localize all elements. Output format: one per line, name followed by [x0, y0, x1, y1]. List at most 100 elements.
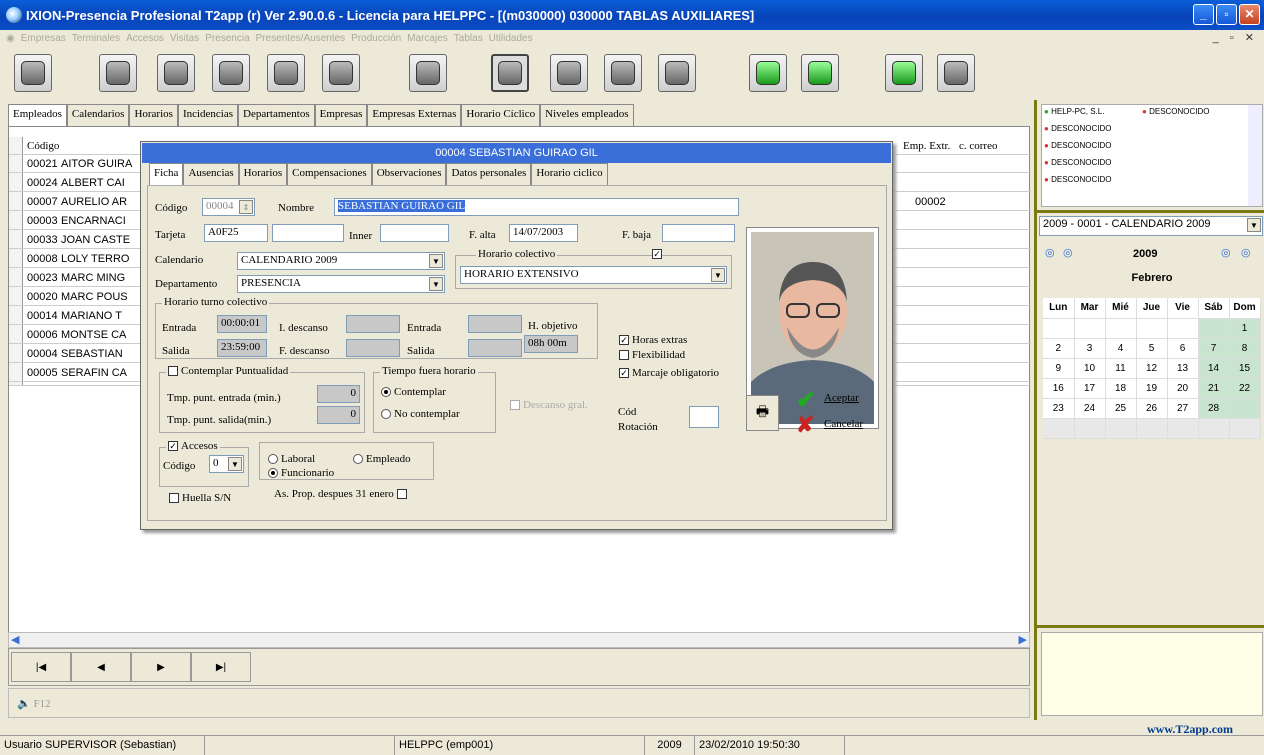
prev-month-icon[interactable]: ◎	[1063, 246, 1073, 259]
tab-ficha[interactable]: Ficha	[149, 163, 184, 185]
empleado-radio[interactable]	[353, 454, 363, 465]
print-tool-button[interactable]	[322, 54, 360, 92]
tmp-salida-field[interactable]: 0	[317, 406, 360, 424]
descanso-gral-checkbox[interactable]	[510, 400, 520, 411]
calendar-day[interactable]: 26	[1136, 398, 1168, 419]
calendar-day[interactable]: 18	[1105, 378, 1137, 399]
calendar-day[interactable]	[1043, 318, 1075, 339]
calendar-day[interactable]: 19	[1136, 378, 1168, 399]
horas-extras-option[interactable]: ✓ Horas extras	[619, 334, 687, 346]
fbaja-field[interactable]	[662, 224, 735, 242]
no-contemplar-option[interactable]: No contemplar	[381, 408, 460, 420]
maximize-button[interactable]: ▫	[1216, 4, 1237, 25]
horario-colectivo-checkbox[interactable]: ✓	[652, 249, 662, 259]
departamento-select[interactable]: PRESENCIA ▼	[237, 275, 445, 293]
calendar-day[interactable]: 27	[1167, 398, 1199, 419]
calendar-day[interactable]: 12	[1136, 358, 1168, 379]
calendar-day[interactable]	[1136, 318, 1168, 339]
contemplar-option[interactable]: Contemplar	[381, 386, 446, 398]
aceptar-button[interactable]: ✔ Aceptar	[796, 386, 859, 415]
flexibilidad-checkbox[interactable]	[619, 350, 629, 361]
chevron-down-icon[interactable]: ▼	[1247, 218, 1261, 232]
f12-label[interactable]: F12	[33, 698, 50, 710]
calendar-day[interactable]: 13	[1167, 358, 1199, 379]
tables-tool-button[interactable]	[491, 54, 529, 92]
close-button[interactable]: ✕	[1239, 4, 1260, 25]
next-year-icon[interactable]: ◎	[1241, 246, 1251, 259]
calendar-day[interactable]: 3	[1074, 338, 1106, 359]
marcaje-option[interactable]: ✓ Marcaje obligatorio	[619, 367, 719, 379]
menu-produccion[interactable]: Producción	[351, 33, 401, 44]
calendar-day[interactable]: 20	[1167, 378, 1199, 399]
calendar-day[interactable]	[1043, 418, 1075, 439]
menu-presentes[interactable]: Presentes/Ausentes	[256, 33, 346, 44]
tab-datos-personales[interactable]: Datos personales	[446, 163, 532, 185]
empleado-option[interactable]: Empleado	[353, 453, 411, 465]
calendar-day[interactable]: 21	[1198, 378, 1230, 399]
codigo-field[interactable]: 00004 ⇕	[202, 198, 255, 216]
calendar-day[interactable]	[1074, 418, 1106, 439]
horario-colectivo-select[interactable]: HORARIO EXTENSIVO ▼	[460, 266, 727, 284]
calendar-day[interactable]: 4	[1105, 338, 1137, 359]
next-month-icon[interactable]: ◎	[1221, 246, 1231, 259]
menu-utilidades[interactable]: Utilidades	[489, 33, 533, 44]
col-emp-extr[interactable]: Emp. Extr.	[903, 140, 950, 152]
huella-option[interactable]: Huella S/N	[169, 492, 231, 504]
chevron-down-icon[interactable]: ▼	[711, 268, 725, 282]
calendar-day[interactable]: 5	[1136, 338, 1168, 359]
calendar-day[interactable]: 2	[1043, 338, 1075, 359]
calendar-day[interactable]: 22	[1229, 378, 1261, 399]
codigo-acceso-select[interactable]: 0 ▼	[209, 455, 244, 473]
menu-marcajes[interactable]: Marcajes	[407, 33, 448, 44]
calendar-tool-button[interactable]	[604, 54, 642, 92]
chevron-down-icon[interactable]: ▼	[429, 254, 443, 268]
menu-visitas[interactable]: Visitas	[170, 33, 199, 44]
puntualidad-checkbox[interactable]	[168, 366, 178, 377]
door-tool-button[interactable]	[157, 54, 195, 92]
prev-record-button[interactable]: ◀	[71, 652, 131, 682]
prev-year-icon[interactable]: ◎	[1045, 246, 1055, 259]
menu-tablas[interactable]: Tablas	[454, 33, 483, 44]
first-record-button[interactable]: |◀	[11, 652, 71, 682]
calendar-day[interactable]: 10	[1074, 358, 1106, 379]
worker-tool-button[interactable]	[550, 54, 588, 92]
company-item[interactable]: ● DESCONOCIDO	[1044, 141, 1112, 150]
tab-ausencias[interactable]: Ausencias	[183, 163, 239, 185]
report-tool-button[interactable]	[885, 54, 923, 92]
tab-empleados[interactable]: Empleados	[8, 104, 67, 126]
calendar-day[interactable]: 16	[1043, 378, 1075, 399]
cod-rotacion-field[interactable]	[689, 406, 719, 428]
col-correo[interactable]: c. correo	[959, 140, 997, 152]
settings-tool-button[interactable]	[212, 54, 250, 92]
descanso-gral-option[interactable]: Descanso gral.	[510, 399, 588, 411]
idescanso-field[interactable]	[346, 315, 400, 333]
nombre-field[interactable]: SEBASTIAN GUIRAO GIL	[334, 198, 739, 216]
tab-incidencias[interactable]: Incidencias	[177, 104, 239, 126]
flexibilidad-option[interactable]: Flexibilidad	[619, 349, 685, 361]
huella-checkbox[interactable]	[169, 493, 179, 504]
next-record-button[interactable]: ▶	[131, 652, 191, 682]
support-tool-button[interactable]	[749, 54, 787, 92]
calendar-day[interactable]: 15	[1229, 358, 1261, 379]
tab-niveles-empleados[interactable]: Niveles empleados	[540, 104, 634, 126]
tab-horario-ciclico-emp[interactable]: Horario ciclico	[531, 163, 608, 185]
company-item[interactable]: ● HELP-PC, S.L.	[1044, 107, 1104, 116]
print-photo-button[interactable]: 🖶	[746, 395, 779, 431]
salida2-field[interactable]	[468, 339, 522, 357]
calendar-day[interactable]: 23	[1043, 398, 1075, 419]
hobjetivo-field[interactable]: 08h 00m	[524, 335, 578, 353]
calendar-day[interactable]: 8	[1229, 338, 1261, 359]
calendar-day[interactable]: 24	[1074, 398, 1106, 419]
tarjeta-field[interactable]: A0F25	[204, 224, 268, 242]
calendar-day[interactable]	[1198, 318, 1230, 339]
menu-empresas[interactable]: Empresas	[21, 33, 66, 44]
inner-field[interactable]	[380, 224, 449, 242]
no-contemplar-radio[interactable]	[381, 409, 391, 420]
company-item[interactable]: ● DESCONOCIDO	[1044, 158, 1112, 167]
calendar-day[interactable]: 14	[1198, 358, 1230, 379]
employees-tool-button[interactable]	[14, 54, 52, 92]
tmp-entrada-field[interactable]: 0	[317, 385, 360, 403]
as-prop-checkbox[interactable]	[396, 489, 407, 500]
calendar-day[interactable]	[1229, 398, 1261, 419]
calendar-day[interactable]	[1105, 318, 1137, 339]
